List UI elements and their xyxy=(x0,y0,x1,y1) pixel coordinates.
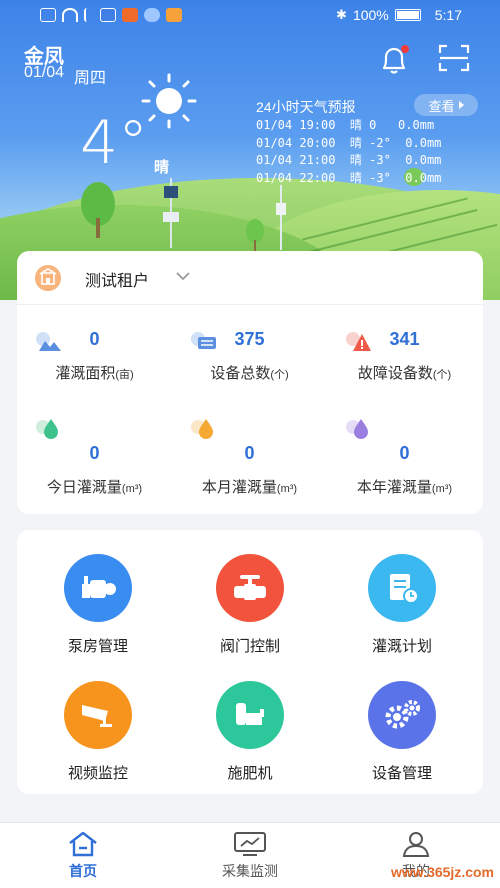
tab-monitoring[interactable]: 采集监测 xyxy=(190,831,310,881)
valve-control-button[interactable]: 阀门控制 xyxy=(190,554,310,656)
stat-label: 故障设备数(个) xyxy=(357,365,452,382)
device-management-button[interactable]: 设备管理 xyxy=(342,681,462,783)
user-icon xyxy=(402,832,430,857)
view-forecast-button[interactable]: 查看 xyxy=(414,94,478,116)
tree-icon xyxy=(246,219,264,252)
home-icon xyxy=(69,831,97,857)
weather-condition: 晴 xyxy=(154,159,170,176)
forecast-row: 01/04 20:00 晴 -2° 0.0mm xyxy=(256,135,442,150)
forecast-title: 24小时天气预报 xyxy=(256,99,356,115)
stat-label: 本月灌溉量(m³) xyxy=(201,479,298,496)
current-weekday: 周四 xyxy=(74,70,107,87)
function-grid: 泵房管理 阀门控制 灌溉计划 视频监控 施肥机 设备管理 xyxy=(17,530,483,794)
area-icon xyxy=(36,332,61,351)
function-label: 灌溉计划 xyxy=(371,638,432,655)
fertilizer-icon xyxy=(216,681,284,749)
function-label: 视频监控 xyxy=(67,765,128,782)
forecast-list: 01/04 19:00 晴 0 0.0mm 01/04 20:00 晴 -2° … xyxy=(256,117,441,187)
status-bar: ✱ 100% 5:17 xyxy=(0,0,500,32)
stat-value: 0 xyxy=(244,443,255,463)
forecast-row: 01/04 19:00 晴 0 0.0mm xyxy=(256,118,435,132)
valve-icon xyxy=(216,554,284,622)
app-notify-icon xyxy=(166,8,182,22)
forecast-row: 01/04 21:00 晴 -3° 0.0mm xyxy=(256,153,442,167)
stat-year-irrigation[interactable]: 0 本年灌溉量(m³) xyxy=(327,443,482,497)
month-drop-icon xyxy=(191,419,213,439)
stat-label: 本年灌溉量(m³) xyxy=(356,479,453,496)
irrigation-plan-button[interactable]: 灌溉计划 xyxy=(342,554,462,656)
stat-value: 0 xyxy=(89,443,100,463)
overview-card: 测试租户 0 灌溉面积(亩) 375 设备总数(个) 341 故障设备数(个) … xyxy=(17,251,483,514)
sensor-pole-icon xyxy=(276,185,286,250)
monitor-icon xyxy=(234,832,266,856)
stat-month-irrigation[interactable]: 0 本月灌溉量(m³) xyxy=(172,443,327,497)
camera-icon xyxy=(64,681,132,749)
tab-label: 首页 xyxy=(69,863,97,879)
wifi-icon xyxy=(62,8,78,22)
sim-icon xyxy=(40,8,56,22)
device-count-icon xyxy=(191,332,216,349)
function-label: 泵房管理 xyxy=(67,638,128,655)
tab-home[interactable]: 首页 xyxy=(23,831,143,881)
status-icons-right: ✱ 100% 5:17 xyxy=(336,7,462,23)
stat-label: 今日灌溉量(m³) xyxy=(46,479,143,496)
clock: 5:17 xyxy=(434,7,462,23)
stat-value: 0 xyxy=(399,443,410,463)
notification-bell-icon[interactable] xyxy=(378,44,412,76)
fault-warning-icon xyxy=(346,332,371,351)
weather-station-icon xyxy=(163,178,179,248)
function-label: 施肥机 xyxy=(227,765,273,782)
tab-label: 采集监测 xyxy=(222,863,278,879)
tenant-selector[interactable]: 测试租户 xyxy=(17,251,483,305)
chevron-down-icon xyxy=(176,272,190,281)
usb-icon xyxy=(84,8,94,22)
app-notify-icon xyxy=(100,8,116,22)
stat-today-irrigation[interactable]: 0 今日灌溉量(m³) xyxy=(17,443,172,497)
fertilizer-machine-button[interactable]: 施肥机 xyxy=(190,681,310,783)
plan-icon xyxy=(368,554,436,622)
current-date: 01/04 xyxy=(24,64,65,81)
day-drop-icon xyxy=(36,419,58,439)
pump-icon xyxy=(64,554,132,622)
stat-label: 设备总数(个) xyxy=(210,365,289,382)
building-icon xyxy=(35,265,61,291)
year-drop-icon xyxy=(346,419,368,439)
triangle-right-icon xyxy=(458,101,464,109)
current-temperature: 4° xyxy=(80,108,149,178)
forecast-row: 01/04 22:00 晴 -3° 0.0mm xyxy=(256,170,442,185)
gears-icon xyxy=(368,681,436,749)
app-notify-icon xyxy=(122,8,138,22)
battery-icon xyxy=(394,9,421,21)
pump-room-button[interactable]: 泵房管理 xyxy=(38,554,158,656)
view-forecast-label: 查看 xyxy=(428,98,455,114)
tenant-name: 测试租户 xyxy=(85,273,150,290)
bluetooth-icon: ✱ xyxy=(336,7,347,22)
tree-icon xyxy=(81,182,115,238)
date-line: 01/04 周四 xyxy=(24,64,106,88)
function-label: 设备管理 xyxy=(371,765,432,782)
status-icons-left xyxy=(40,8,182,22)
sunny-weather-icon xyxy=(141,73,197,129)
function-label: 阀门控制 xyxy=(219,638,280,655)
battery-percent: 100% xyxy=(352,7,389,23)
watermark-text: www.365jz.com xyxy=(391,864,494,880)
cloud-icon xyxy=(144,8,160,22)
video-monitor-button[interactable]: 视频监控 xyxy=(38,681,158,783)
scan-icon[interactable] xyxy=(438,44,470,72)
stat-label: 灌溉面积(亩) xyxy=(55,365,134,382)
